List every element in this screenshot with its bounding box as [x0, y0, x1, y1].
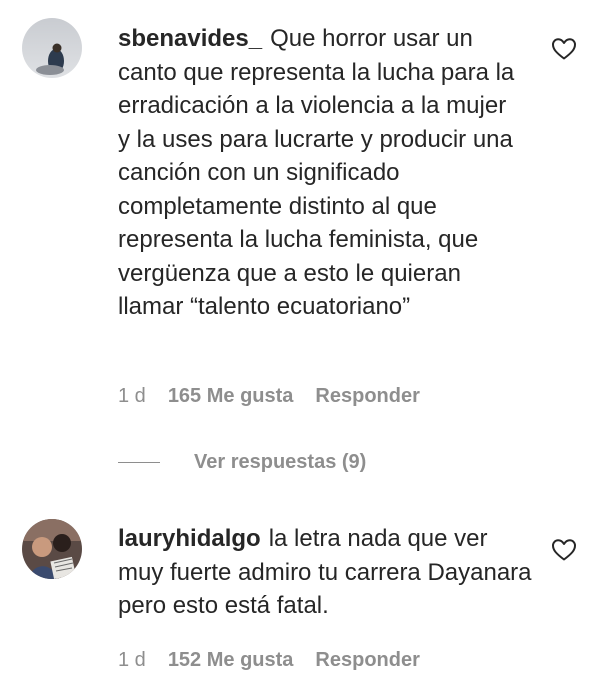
heart-outline-icon: [552, 539, 576, 561]
reply-button[interactable]: Responder: [315, 649, 419, 671]
comment-username[interactable]: lauryhidalgo: [118, 525, 261, 552]
comment-body: lauryhidalgo la letra nada que ver muy fu…: [118, 522, 538, 623]
comment-item: sbenavides_ Que horror usar un canto que …: [0, 0, 604, 500]
avatar[interactable]: [22, 519, 82, 579]
comment-item: lauryhidalgo la letra nada que ver muy fu…: [0, 500, 604, 678]
comment-meta: 1 d 165 Me gusta Responder: [118, 385, 442, 408]
likes-count[interactable]: 165 Me gusta: [168, 385, 294, 407]
comment-time: 1 d: [118, 649, 146, 671]
avatar[interactable]: [22, 18, 82, 78]
likes-count[interactable]: 152 Me gusta: [168, 649, 294, 671]
comment-time: 1 d: [118, 385, 146, 407]
divider-line: [118, 462, 160, 463]
like-button[interactable]: [551, 37, 577, 61]
heart-outline-icon: [552, 38, 576, 60]
comment-username[interactable]: sbenavides_: [118, 25, 262, 52]
comment-meta: 1 d 152 Me gusta Responder: [118, 649, 442, 672]
view-replies-button[interactable]: Ver respuestas (9): [118, 451, 366, 474]
comment-body: sbenavides_ Que horror usar un canto que …: [118, 22, 518, 324]
like-button[interactable]: [551, 538, 577, 562]
view-replies-label: Ver respuestas (9): [194, 451, 367, 473]
reply-button[interactable]: Responder: [315, 385, 419, 407]
comment-text: Que horror usar un canto que representa …: [118, 25, 515, 320]
